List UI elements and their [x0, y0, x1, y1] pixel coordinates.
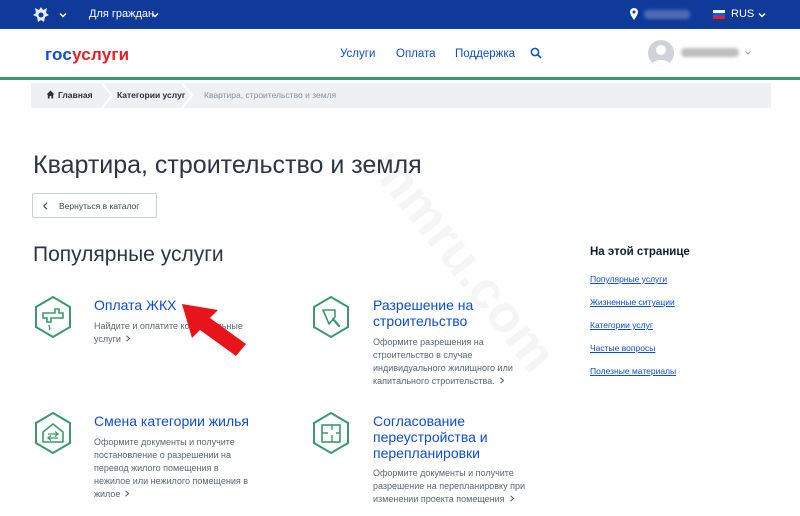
service-title-line: строительство	[373, 313, 468, 329]
chevron-down-icon[interactable]	[150, 10, 160, 20]
service-title-line: Согласование	[373, 413, 465, 429]
chevron-right-icon[interactable]	[509, 495, 515, 502]
service-title-line: перепланировки	[373, 445, 480, 461]
breadcrumb: Главная Категории услуг Квартира, строит…	[31, 83, 771, 108]
side-link-materials[interactable]: Полезные материалы	[590, 366, 676, 376]
breadcrumb-categories[interactable]: Категории услуг	[117, 90, 185, 100]
gosuslugi-logo[interactable]: госуслуги	[45, 45, 129, 65]
floorplan-icon[interactable]	[309, 411, 353, 455]
service-desc-line: перевод жилого помещения в	[94, 463, 219, 473]
search-icon[interactable]	[530, 47, 542, 59]
chevron-right-icon[interactable]	[125, 335, 131, 342]
chevron-left-icon	[42, 202, 48, 210]
breadcrumb-separator	[181, 83, 193, 108]
back-to-catalog-button[interactable]: Вернуться в каталог	[32, 193, 157, 218]
site-header: госуслуги Услуги Оплата Поддержка	[0, 29, 800, 77]
service-desc-line: строительство в случае	[373, 350, 473, 360]
service-title-line: переустройства и	[373, 429, 488, 445]
back-button-label: Вернуться в каталог	[59, 201, 140, 211]
trowel-icon[interactable]	[309, 295, 353, 339]
service-title-building-permit[interactable]: Разрешение на строительство	[373, 297, 563, 329]
header-divider	[0, 77, 800, 80]
city-name-blurred[interactable]	[644, 10, 690, 19]
language-selector[interactable]: RUS	[731, 8, 754, 20]
service-desc-line: капитального строительства.	[373, 376, 495, 386]
service-title-replanning[interactable]: Согласование переустройства и перепланир…	[373, 413, 563, 461]
on-this-page-title: На этой странице	[590, 246, 690, 258]
service-desc-line: Оформите документы и получите	[94, 437, 235, 447]
avatar[interactable]	[648, 40, 674, 66]
user-silhouette-icon	[651, 45, 671, 66]
citizens-menu[interactable]: Для граждан	[89, 8, 154, 20]
service-desc-housing-category: Оформите документы и получите постановле…	[94, 436, 284, 501]
top-bar: Для граждан RUS	[0, 0, 800, 29]
popular-services-heading: Популярные услуги	[33, 243, 224, 266]
service-desc-replanning: Оформите документы и получите разрешение…	[373, 467, 573, 506]
chevron-right-icon[interactable]	[499, 377, 505, 384]
logo-part-uslugi: услуги	[72, 45, 130, 64]
nav-services[interactable]: Услуги	[340, 48, 375, 60]
breadcrumb-home[interactable]: Главная	[58, 90, 93, 100]
chevron-down-icon[interactable]	[744, 49, 752, 57]
page-title: Квартира, строительство и земля	[33, 151, 422, 179]
service-desc-line: индивидуального жилищного или	[373, 363, 513, 373]
service-desc-line: жилое	[94, 489, 121, 499]
breadcrumb-current: Квартира, строительство и земля	[204, 90, 337, 100]
breadcrumb-separator	[101, 83, 113, 108]
service-title-line: Смена категории жилья	[94, 413, 250, 429]
logo-part-gos: гос	[45, 45, 73, 64]
user-name-blurred[interactable]	[681, 48, 739, 57]
side-link-faq[interactable]: Частые вопросы	[590, 343, 655, 353]
side-link-popular[interactable]: Популярные услуги	[590, 274, 667, 284]
service-desc-line: разрешение на перепланировку при	[373, 481, 526, 491]
side-link-categories[interactable]: Категории услуг	[590, 320, 653, 330]
russia-flag-icon	[713, 10, 725, 19]
location-pin-icon[interactable]	[630, 8, 638, 20]
side-link-life-situations[interactable]: Жизненные ситуации	[590, 297, 675, 307]
house-exchange-icon[interactable]	[31, 411, 75, 455]
chevron-down-icon[interactable]	[757, 10, 767, 20]
service-title-line: Разрешение на	[373, 297, 474, 313]
faucet-icon[interactable]	[31, 295, 75, 339]
service-desc-line: нежилое или нежилого помещения в	[94, 476, 248, 486]
red-pointer-arrow	[182, 304, 246, 356]
service-desc-line: изменении проекта помещения	[373, 494, 505, 504]
service-desc-building-permit: Оформите разрешения на строительство в с…	[373, 336, 563, 388]
service-desc-line: постановление о разрешении на	[94, 450, 231, 460]
chevron-right-icon[interactable]	[124, 490, 130, 497]
service-title-housing-category[interactable]: Смена категории жилья	[94, 413, 294, 429]
nav-payment[interactable]: Оплата	[396, 48, 436, 60]
service-desc-line: Оформите документы и получите	[373, 468, 514, 478]
home-icon[interactable]	[46, 90, 55, 99]
chevron-down-icon[interactable]	[58, 10, 68, 20]
nav-support[interactable]: Поддержка	[455, 48, 515, 60]
russian-emblem-icon[interactable]	[31, 5, 51, 24]
service-desc-line: Оформите разрешения на	[373, 337, 484, 347]
service-desc-line: услуги	[94, 334, 121, 344]
